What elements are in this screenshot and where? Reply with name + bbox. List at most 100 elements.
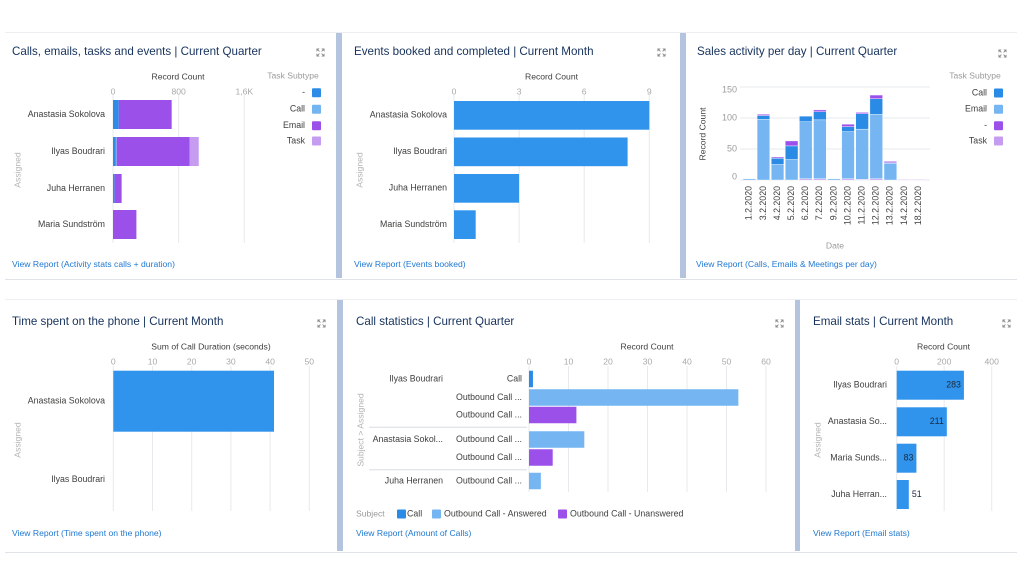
category-label: Anastasia Sokolova <box>370 110 447 120</box>
stacked-column-chart: 0 50 100 150 Record Count 1.2.2020 3.2.2020 4.2… <box>697 70 1003 250</box>
bar[interactable] <box>454 137 628 167</box>
bar-segment[interactable] <box>869 98 883 115</box>
bar-segment[interactable] <box>841 123 855 127</box>
bar-segment[interactable] <box>785 159 799 181</box>
bar[interactable] <box>529 431 585 448</box>
bar-segment[interactable] <box>869 94 883 99</box>
y-axis-title: Assigned <box>12 422 22 458</box>
category-label: Juha Herran... <box>831 489 887 499</box>
legend-item[interactable]: - <box>984 120 1003 131</box>
view-report-link[interactable]: View Report (Activity stats calls + dura… <box>12 258 175 270</box>
bar-segment[interactable] <box>113 137 116 166</box>
x-tick-label: 0 <box>111 356 116 366</box>
bar-segment[interactable] <box>756 115 770 120</box>
bar-segment[interactable] <box>118 100 172 129</box>
bar-segment[interactable] <box>897 179 911 181</box>
bar-segment[interactable] <box>785 145 799 160</box>
legend-label: Email <box>283 120 305 130</box>
bar-segment[interactable] <box>855 128 869 180</box>
bar-segment[interactable] <box>813 119 827 179</box>
bar-segment[interactable] <box>827 178 841 181</box>
y-axis-title: Assigned <box>12 152 22 188</box>
bar[interactable] <box>529 406 577 424</box>
legend-item[interactable]: Outbound Call - Unanswered <box>558 508 684 519</box>
bar-segment[interactable] <box>799 115 813 122</box>
view-report-link[interactable]: View Report (Calls, Emails & Meetings pe… <box>696 258 877 270</box>
legend-label: - <box>984 120 987 130</box>
legend-label: Outbound Call - Answered <box>444 508 547 518</box>
y-tick-label: 100 <box>722 112 737 122</box>
category-label: Outbound Call ... <box>456 392 522 402</box>
bar-segment[interactable] <box>115 137 117 166</box>
bar[interactable] <box>529 472 541 490</box>
bar-segment[interactable] <box>813 109 827 113</box>
bar-segment[interactable] <box>189 137 199 166</box>
x-tick-label: 6 <box>582 86 587 96</box>
bar[interactable] <box>529 449 553 466</box>
legend-label: Task <box>969 135 988 145</box>
legend-swatch <box>994 136 1003 146</box>
x-tick-label: 50 <box>722 356 732 366</box>
legend-swatch <box>994 88 1003 98</box>
bar-segment[interactable] <box>841 131 855 179</box>
bar[interactable] <box>896 480 909 509</box>
bar-segment[interactable] <box>771 156 785 159</box>
x-tick-label: 6.2.2020 <box>800 186 810 220</box>
legend-item[interactable]: Task <box>287 135 321 146</box>
bar[interactable] <box>454 174 520 203</box>
legend-item[interactable]: Task <box>969 135 1003 146</box>
bar-segment[interactable] <box>912 179 926 181</box>
category-label: Maria Sundström <box>38 219 105 229</box>
legend-item[interactable]: Call <box>972 87 1003 98</box>
bar-segment[interactable] <box>116 137 190 166</box>
bar-segment[interactable] <box>771 164 785 181</box>
y-tick-label: 0 <box>732 171 737 181</box>
view-report-link[interactable]: View Report (Email stats) <box>813 527 910 539</box>
legend-swatch <box>312 136 321 146</box>
bar[interactable] <box>113 370 275 432</box>
bar[interactable] <box>529 389 739 406</box>
view-report-link[interactable]: View Report (Events booked) <box>354 258 466 270</box>
bar-segment[interactable] <box>869 114 883 179</box>
x-axis-title: Date <box>826 240 844 250</box>
bar-segment[interactable] <box>813 111 827 121</box>
bar-segment[interactable] <box>771 158 785 165</box>
bar-chart: Record Count 0 3 6 9 Assigned Anastasia Sokolo… <box>354 71 652 243</box>
x-tick-label: 7.2.2020 <box>814 186 824 220</box>
bar-segment[interactable] <box>113 174 115 203</box>
bar-segment[interactable] <box>799 121 813 179</box>
bar-segment[interactable] <box>756 114 770 116</box>
bar-segment[interactable] <box>855 112 869 114</box>
bar-segment[interactable] <box>113 100 119 129</box>
bar[interactable] <box>454 101 650 130</box>
bar-segment[interactable] <box>855 113 869 130</box>
y-tick-label: 50 <box>727 143 737 153</box>
bar-segment[interactable] <box>883 161 897 163</box>
y-axis-title: Assigned <box>354 152 364 188</box>
x-tick-label: 0 <box>894 356 899 366</box>
bar-segment[interactable] <box>883 163 897 181</box>
category-label: Maria Sundström <box>380 219 447 229</box>
bar[interactable] <box>454 210 476 239</box>
legend-item[interactable]: Call <box>397 508 422 519</box>
x-axis-title: Record Count <box>151 71 205 81</box>
view-report-link[interactable]: View Report (Time spent on the phone) <box>12 527 162 539</box>
legend-label: Email <box>965 104 987 114</box>
bar-segment[interactable] <box>113 210 137 239</box>
bar-segment[interactable] <box>114 174 122 203</box>
legend-item[interactable]: - <box>302 87 321 98</box>
category-label: Outbound Call ... <box>456 409 522 419</box>
legend-item[interactable]: Email <box>965 104 1003 114</box>
legend-item[interactable]: Email <box>283 120 321 131</box>
bar[interactable] <box>529 370 533 388</box>
category-label: Outbound Call ... <box>456 452 522 462</box>
legend-item[interactable]: Call <box>290 104 321 114</box>
bar-segment[interactable] <box>756 119 770 181</box>
bar-segment[interactable] <box>785 140 799 147</box>
dashboard-component-call-statistics: Call statistics | Current Quarter Record… <box>343 300 795 551</box>
bar-segment[interactable] <box>841 126 855 132</box>
x-tick-label: 0 <box>452 86 457 96</box>
view-report-link[interactable]: View Report (Amount of Calls) <box>356 527 471 539</box>
legend-item[interactable]: Outbound Call - Answered <box>432 508 547 519</box>
bar-segment[interactable] <box>742 178 756 181</box>
